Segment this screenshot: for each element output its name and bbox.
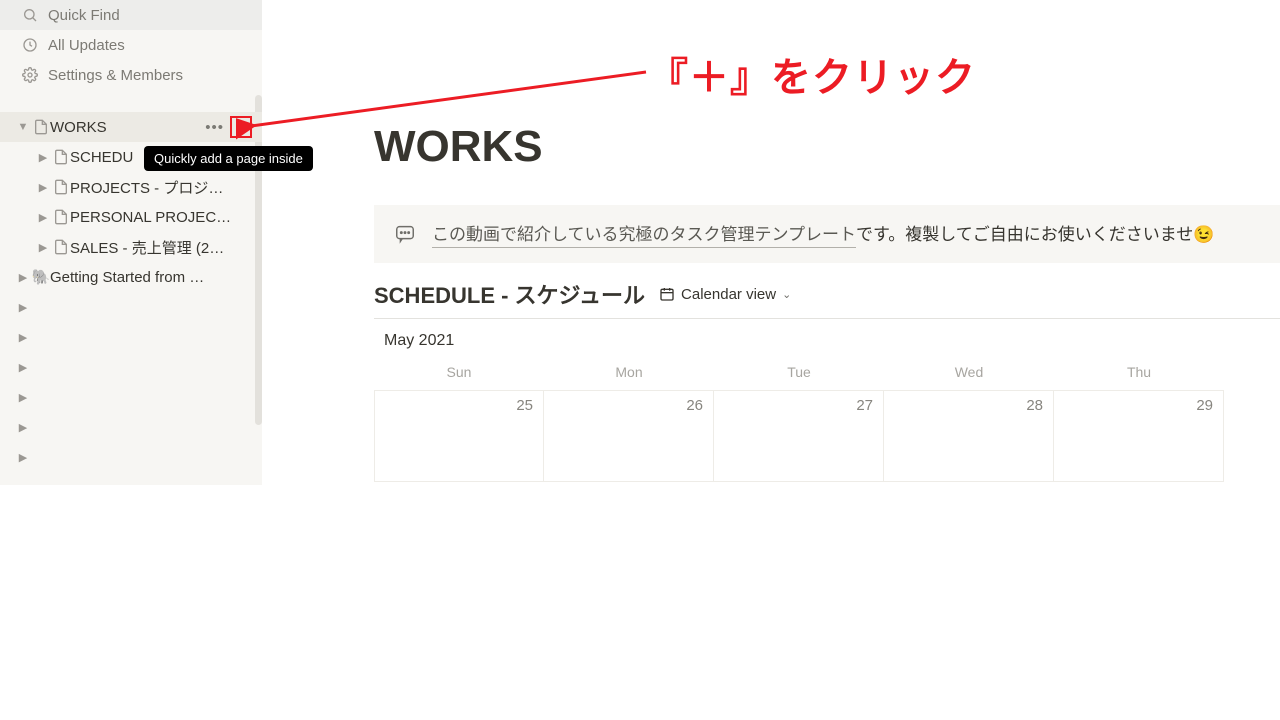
settings-members[interactable]: Settings & Members [0, 60, 262, 90]
sidebar-item-sales[interactable]: ▶ SALES - 売上管理 (2… [0, 232, 262, 262]
sidebar-item-empty[interactable]: ▶. [0, 442, 262, 472]
all-updates[interactable]: All Updates [0, 30, 262, 60]
caret-right-icon[interactable]: ▶ [14, 451, 32, 464]
caret-right-icon[interactable]: ▶ [14, 391, 32, 404]
page-icon [52, 209, 70, 225]
sidebar: Quick Find All Updates Settings & Member… [0, 0, 262, 485]
emoji-icon: 🐘 [32, 268, 50, 286]
database-title[interactable]: SCHEDULE - スケジュール [374, 278, 645, 310]
page-icon [52, 239, 70, 255]
sidebar-item-label: PROJECTS - プロジ… [70, 177, 252, 198]
caret-right-icon[interactable]: ▶ [14, 421, 32, 434]
clock-icon [22, 37, 38, 53]
sidebar-item-empty[interactable]: ▶. [0, 292, 262, 322]
callout-tail: です。複製してご自由にお使いくださいませ [856, 225, 1193, 244]
weekday-sun: Sun [374, 364, 544, 380]
sidebar-item-label: SALES - 売上管理 (2… [70, 237, 252, 258]
caret-right-icon[interactable]: ▶ [34, 211, 52, 224]
weekday-mon: Mon [544, 364, 714, 380]
sidebar-item-projects[interactable]: ▶ PROJECTS - プロジ… [0, 172, 262, 202]
speech-icon [394, 223, 416, 245]
sidebar-item-personal-projects[interactable]: ▶ PERSONAL PROJEC… [0, 202, 262, 232]
annotation-text: 『＋』をクリック [648, 45, 976, 103]
calendar-date: 29 [1196, 397, 1213, 414]
calendar-month-label: May 2021 [374, 322, 1280, 350]
quick-find[interactable]: Quick Find [0, 0, 262, 30]
sidebar-item-getting-started[interactable]: ▶ 🐘 Getting Started from … [0, 262, 262, 292]
caret-right-icon[interactable]: ▶ [34, 241, 52, 254]
calendar-icon [659, 286, 675, 302]
calendar-date: 26 [686, 397, 703, 414]
weekday-wed: Wed [884, 364, 1054, 380]
sidebar-item-empty[interactable]: ▶. [0, 412, 262, 442]
caret-down-icon[interactable]: ▼ [14, 121, 32, 133]
calendar-weekday-header: Sun Mon Tue Wed Thu [374, 364, 1280, 380]
quick-find-label: Quick Find [48, 7, 120, 24]
calendar-date: 25 [516, 397, 533, 414]
page-title: WORKS [374, 122, 543, 172]
caret-right-icon[interactable]: ▶ [14, 301, 32, 314]
weekday-tue: Tue [714, 364, 884, 380]
settings-label: Settings & Members [48, 67, 183, 84]
all-updates-label: All Updates [48, 37, 125, 54]
calendar-cell[interactable]: 27 [714, 390, 884, 482]
caret-right-icon[interactable]: ▶ [14, 271, 32, 284]
caret-right-icon[interactable]: ▶ [14, 361, 32, 374]
calendar-date: 27 [856, 397, 873, 414]
calendar-cell[interactable]: 29 [1054, 390, 1224, 482]
wink-emoji-icon: 😉 [1193, 225, 1214, 244]
add-page-button[interactable]: + [230, 116, 252, 138]
callout-text: この動画で紹介している究極のタスク管理テンプレートです。複製してご自由にお使いく… [432, 220, 1214, 248]
page-icon [52, 149, 70, 165]
view-label: Calendar view [681, 286, 776, 303]
page-icon [32, 119, 50, 135]
calendar-body: 25 26 27 28 29 [374, 390, 1280, 482]
callout: この動画で紹介している究極のタスク管理テンプレートです。複製してご自由にお使いく… [374, 205, 1280, 263]
sidebar-top-links: Quick Find All Updates Settings & Member… [0, 0, 262, 90]
add-page-tooltip: Quickly add a page inside [144, 146, 313, 171]
sidebar-item-works[interactable]: ▼ WORKS ••• + [0, 112, 262, 142]
calendar-cell[interactable]: 26 [544, 390, 714, 482]
callout-link[interactable]: この動画で紹介している究極のタスク管理テンプレート [432, 223, 856, 248]
page-icon [52, 179, 70, 195]
sidebar-item-empty[interactable]: ▶. [0, 352, 262, 382]
sidebar-item-empty[interactable]: ▶. [0, 382, 262, 412]
sidebar-item-empty[interactable]: ▶. [0, 322, 262, 352]
calendar-cell[interactable]: 28 [884, 390, 1054, 482]
sidebar-item-label: PERSONAL PROJEC… [70, 209, 252, 226]
caret-right-icon[interactable]: ▶ [34, 151, 52, 164]
gear-icon [22, 67, 38, 83]
caret-right-icon[interactable]: ▶ [14, 331, 32, 344]
caret-right-icon[interactable]: ▶ [34, 181, 52, 194]
view-switcher[interactable]: Calendar view ⌄ [659, 286, 791, 303]
calendar-cell[interactable]: 25 [374, 390, 544, 482]
chevron-down-icon: ⌄ [782, 288, 791, 301]
more-icon[interactable]: ••• [205, 120, 224, 135]
weekday-thu: Thu [1054, 364, 1224, 380]
database-header: SCHEDULE - スケジュール Calendar view ⌄ [374, 278, 1280, 319]
calendar-date: 28 [1026, 397, 1043, 414]
calendar: May 2021 Sun Mon Tue Wed Thu 25 26 27 28… [374, 322, 1280, 482]
search-icon [22, 7, 38, 23]
sidebar-item-label: Getting Started from … [50, 269, 252, 286]
